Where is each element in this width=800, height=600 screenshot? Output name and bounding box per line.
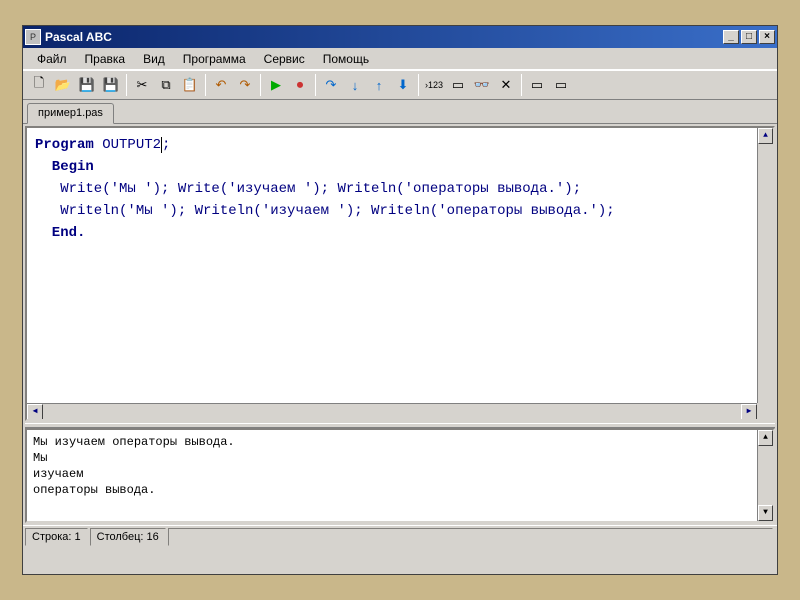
- statusbar: Строка: 1 Столбец: 16: [23, 525, 777, 547]
- output-scrollbar[interactable]: ▲ ▼: [757, 430, 773, 521]
- goto-icon[interactable]: ›123: [422, 73, 446, 97]
- step-over-icon[interactable]: ↷: [319, 73, 343, 97]
- save-all-icon[interactable]: 💾: [99, 73, 123, 97]
- titlebar: P Pascal ABC _ □ ×: [23, 26, 777, 48]
- menu-service[interactable]: Сервис: [256, 50, 313, 68]
- close-tab-icon[interactable]: ✕: [494, 73, 518, 97]
- copy-icon[interactable]: ⧉: [154, 73, 178, 97]
- new-file-icon[interactable]: 🗋: [27, 73, 51, 97]
- window-title: Pascal ABC: [45, 30, 723, 44]
- code-line: Program OUTPUT2;: [35, 137, 170, 153]
- step-out-icon[interactable]: ↑: [367, 73, 391, 97]
- open-file-icon[interactable]: 📂: [51, 73, 75, 97]
- scroll-up-icon[interactable]: ▲: [758, 128, 773, 144]
- code-line: Writeln('Мы '); Writeln('изучаем '); Wri…: [35, 200, 765, 222]
- code-editor[interactable]: Program OUTPUT2; Begin Write('Мы '); Wri…: [25, 126, 775, 421]
- output-line: Мы: [33, 450, 767, 466]
- close-button[interactable]: ×: [759, 30, 775, 44]
- code-line: Begin: [35, 156, 765, 178]
- scroll-corner: [757, 403, 773, 419]
- step-into-icon[interactable]: ↓: [343, 73, 367, 97]
- scroll-left-icon[interactable]: ◀: [27, 404, 43, 420]
- menu-help[interactable]: Помощь: [315, 50, 377, 68]
- toolbar: 🗋 📂 💾 💾 ✂ ⧉ 📋 ↶ ↷ ▶ ⏺ ↷ ↓ ↑ ⬇ ›123 ▭ 👓 ✕…: [23, 70, 777, 100]
- save-icon[interactable]: 💾: [75, 73, 99, 97]
- tab-file[interactable]: пример1.pas: [27, 103, 114, 124]
- menu-file[interactable]: Файл: [29, 50, 75, 68]
- scroll-up-icon[interactable]: ▲: [758, 430, 773, 446]
- window-icon[interactable]: ▭: [446, 73, 470, 97]
- tab-strip: пример1.pas: [23, 100, 777, 124]
- menu-program[interactable]: Программа: [175, 50, 254, 68]
- stop-icon[interactable]: ⏺: [288, 73, 312, 97]
- scroll-right-icon[interactable]: ▶: [741, 404, 757, 420]
- app-icon: P: [25, 29, 41, 45]
- watch-icon[interactable]: 👓: [470, 73, 494, 97]
- menu-edit[interactable]: Правка: [77, 50, 134, 68]
- breakpoint-icon[interactable]: ⬇: [391, 73, 415, 97]
- cut-icon[interactable]: ✂: [130, 73, 154, 97]
- extra1-icon[interactable]: ▭: [525, 73, 549, 97]
- run-icon[interactable]: ▶: [264, 73, 288, 97]
- horizontal-scrollbar[interactable]: ◀ ▶: [27, 403, 757, 419]
- code-line: End.: [35, 222, 765, 244]
- output-line: изучаем: [33, 466, 767, 482]
- app-window: P Pascal ABC _ □ × Файл Правка Вид Прогр…: [22, 25, 778, 575]
- output-line: операторы вывода.: [33, 482, 767, 498]
- paste-icon[interactable]: 📋: [178, 73, 202, 97]
- code-line: Write('Мы '); Write('изучаем '); Writeln…: [35, 178, 765, 200]
- status-line: Строка: 1: [25, 528, 88, 546]
- menu-view[interactable]: Вид: [135, 50, 173, 68]
- output-panel[interactable]: Мы изучаем операторы вывода. Мы изучаем …: [25, 428, 775, 523]
- maximize-button[interactable]: □: [741, 30, 757, 44]
- scroll-down-icon[interactable]: ▼: [758, 505, 773, 521]
- vertical-scrollbar[interactable]: ▲ ▼: [757, 128, 773, 419]
- status-spacer: [168, 528, 773, 546]
- status-column: Столбец: 16: [90, 528, 166, 546]
- extra2-icon[interactable]: ▭: [549, 73, 573, 97]
- undo-icon[interactable]: ↶: [209, 73, 233, 97]
- output-line: Мы изучаем операторы вывода.: [33, 434, 767, 450]
- menubar: Файл Правка Вид Программа Сервис Помощь: [23, 48, 777, 70]
- minimize-button[interactable]: _: [723, 30, 739, 44]
- redo-icon[interactable]: ↷: [233, 73, 257, 97]
